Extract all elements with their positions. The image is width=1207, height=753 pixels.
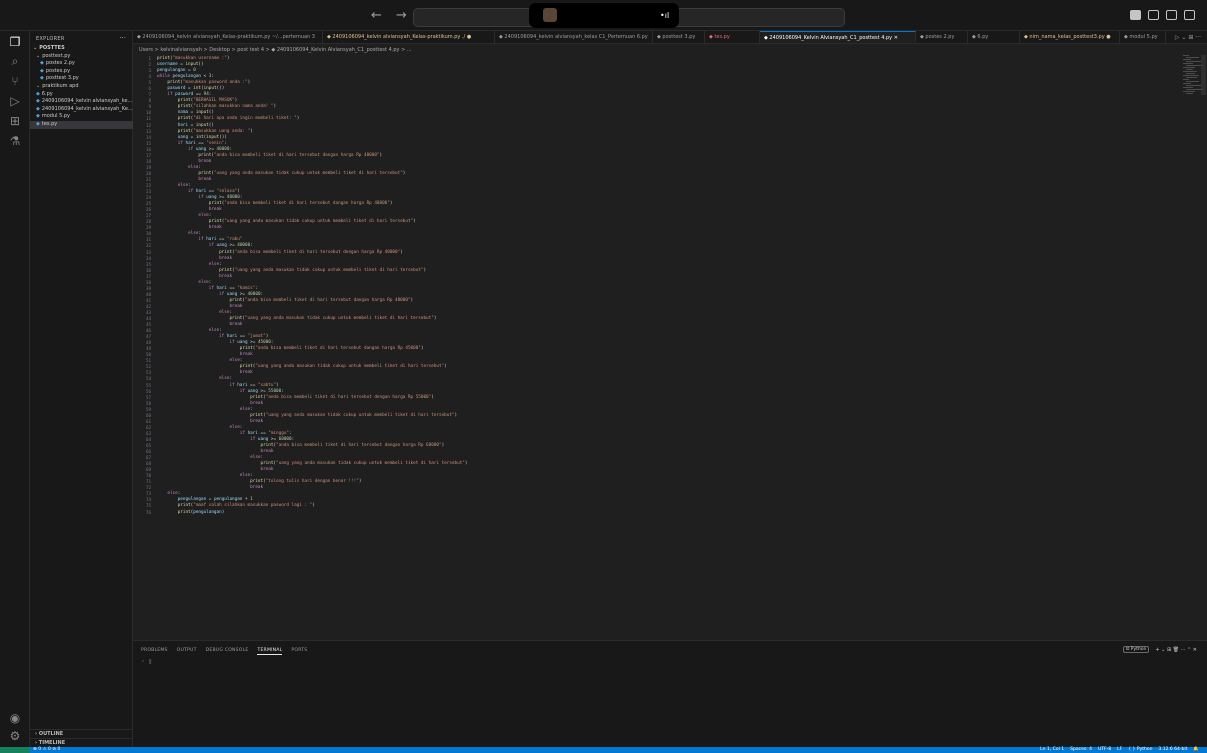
chevron-down-icon: ⌄ xyxy=(36,82,41,89)
notch-app-icon xyxy=(543,8,557,22)
testing-icon[interactable]: ⚗ xyxy=(8,134,22,148)
remote-indicator[interactable] xyxy=(0,747,30,753)
tree-item-file[interactable]: ◆ 2409106094_kelvin alviansyah_Ke... xyxy=(30,106,133,114)
terminal-python-selector[interactable]: ⊡ Python xyxy=(1122,646,1150,653)
tree-root[interactable]: ⌄ POSTTES xyxy=(30,45,133,53)
minimap-line xyxy=(1186,92,1193,95)
search-icon[interactable]: ⌕ xyxy=(8,54,22,68)
editor-actions[interactable]: ▷ ⌄ ⊞ ··· xyxy=(1175,34,1201,41)
tree-item-file-selected[interactable]: ◆ tes.py xyxy=(30,120,133,129)
tree-item-file[interactable]: ◆ posttest 3.py xyxy=(30,75,133,83)
tab-nim-nama-kelas-posttest3[interactable]: ◆ nim_nama_kelas_posttest3.py ● xyxy=(1020,31,1120,43)
breadcrumb[interactable]: Users > kelvinalviansyah > Desktop > pos… xyxy=(139,46,412,54)
language-mode[interactable]: { } Python xyxy=(1128,747,1152,753)
explorer-icon[interactable]: ❐ xyxy=(8,35,22,49)
problems-status[interactable]: ⊗ 0 ⚠ 0 ⊘ 0 xyxy=(33,747,60,753)
python-file-icon: ◆ xyxy=(40,67,44,74)
tree-item-file[interactable]: ◆ postes.py xyxy=(30,68,133,76)
python-file-icon: ◆ xyxy=(36,98,40,105)
python-file-icon: ◆ xyxy=(40,75,44,82)
tab-postes-2[interactable]: ◆ postes 2.py xyxy=(916,31,968,43)
cursor-position[interactable]: Ln 1, Col 1 xyxy=(1040,747,1064,753)
activity-bar: ❐ ⌕ ⑂ ▷ ⊞ ⚗ ◉ ⚙ xyxy=(0,31,30,747)
python-file-icon: ◆ xyxy=(40,60,44,67)
tab-modul-5[interactable]: ◆ modul 5.py xyxy=(1120,31,1166,43)
tab-6[interactable]: ◆ 6.py xyxy=(968,31,1020,43)
terminal-prompt[interactable]: ◦ ▯ xyxy=(141,658,152,665)
tab-posttest-3[interactable]: ◆ posttest 3.py xyxy=(653,31,705,43)
file-tree: ⌄ POSTTES ⌄ posttest.py ◆ postes 2.py ◆ post… xyxy=(30,45,133,129)
tab-ports[interactable]: PORTS xyxy=(291,648,307,655)
python-interpreter[interactable]: 3.12.6 64-bit xyxy=(1158,747,1187,753)
explorer-more-icon[interactable]: ··· xyxy=(119,34,126,42)
outline-section[interactable]: › OUTLINE xyxy=(30,729,133,738)
timeline-section[interactable]: › TIMELINE xyxy=(30,738,133,747)
bottom-panel: PROBLEMS OUTPUT DEBUG CONSOLE TERMINAL P… xyxy=(133,640,1207,747)
tree-item-file[interactable]: ◆ 2409106094_kelvin alviansyah_ke... xyxy=(30,98,133,106)
line-number-gutter: 1 2 3 4 5 6 7 8 9 10 11 12 13 14 15 16 17 18 19 20 21 22 23 24 2… xyxy=(133,56,151,516)
tree-item-file[interactable]: ◆ postes 2.py xyxy=(30,60,133,68)
chevron-down-icon: ⌄ xyxy=(36,52,41,59)
tab-kelas-praktikum-modified[interactable]: ◆ 2409106094_kelvin alviansyah_Kelas-pra… xyxy=(323,31,495,43)
layout-controls xyxy=(1130,10,1195,20)
tree-item-folder[interactable]: ⌄ praktikum apd xyxy=(30,83,133,91)
status-bar: ⊗ 0 ⚠ 0 ⊘ 0 Ln 1, Col 1 Spaces: 4 UTF-8 … xyxy=(0,747,1207,753)
python-file-icon: ◆ xyxy=(36,113,40,120)
editor-scrollbar[interactable] xyxy=(1201,55,1206,95)
notifications-bell-icon[interactable]: 🔔 xyxy=(1193,747,1199,753)
python-file-icon: ◆ xyxy=(36,90,40,97)
status-right: Ln 1, Col 1 Spaces: 4 UTF-8 LF { } Pytho… xyxy=(1040,747,1199,753)
forward-arrow-icon[interactable]: → xyxy=(396,9,407,22)
chevron-down-icon: ⌄ xyxy=(33,45,38,51)
editor-tabs: ◆ 2409106094_kelvin alviansyah_Kelas-pra… xyxy=(133,31,1207,44)
title-bar: ← → •ıl xyxy=(0,0,1207,31)
explorer-sidebar: EXPLORER ··· ⌄ POSTTES ⌄ posttest.py ◆ post… xyxy=(30,31,133,747)
tab-problems[interactable]: PROBLEMS xyxy=(141,648,168,655)
run-debug-icon[interactable]: ▷ xyxy=(8,94,22,108)
tree-item-file[interactable]: ◆ 6.py xyxy=(30,91,133,99)
tab-posttest-4-active[interactable]: ◆ 2409106094_Kelvin Alviansyah_C1_postte… xyxy=(760,31,916,43)
nav-arrows: ← → xyxy=(371,9,407,22)
tree-item-file[interactable]: ◆ modul 5.py xyxy=(30,113,133,121)
panel-actions[interactable]: + ⌄ ⊞ 🗑 ··· ⌃ ✕ xyxy=(1155,647,1197,653)
python-file-icon: ◆ xyxy=(36,120,40,127)
panel-toolbar: ⊡ Python + ⌄ ⊞ 🗑 ··· ⌃ ✕ xyxy=(1122,646,1197,653)
python-file-icon: ◆ xyxy=(36,105,40,112)
line-ending[interactable]: LF xyxy=(1117,747,1122,753)
account-icon[interactable]: ◉ xyxy=(8,711,22,725)
toggle-secondary-sidebar-icon[interactable] xyxy=(1166,10,1177,20)
extensions-icon[interactable]: ⊞ xyxy=(8,114,22,128)
code-line[interactable]: print(pengulangan) xyxy=(157,510,1137,516)
settings-gear-icon[interactable]: ⚙ xyxy=(8,729,22,743)
minimap[interactable] xyxy=(1183,55,1203,95)
toggle-panel-icon[interactable] xyxy=(1148,10,1159,20)
explorer-title: EXPLORER xyxy=(36,36,65,42)
notch-signal-icon: •ıl xyxy=(660,11,670,20)
tab-kelas-praktikum-pertemuan3[interactable]: ◆ 2409106094_kelvin alviansyah_Kelas-pra… xyxy=(133,31,323,43)
code-editor[interactable]: 1 2 3 4 5 6 7 8 9 10 11 12 13 14 15 16 17 18 19 20 21 22 23 24 2… xyxy=(133,55,1207,640)
line-number: 76 xyxy=(145,509,151,515)
tab-pertemuan-6[interactable]: ◆ 2409106094_kelvin alviansyah_kelas C1_… xyxy=(495,31,653,43)
encoding[interactable]: UTF-8 xyxy=(1098,747,1111,753)
panel-tabs: PROBLEMS OUTPUT DEBUG CONSOLE TERMINAL P… xyxy=(141,648,307,655)
indentation[interactable]: Spaces: 4 xyxy=(1070,747,1092,753)
tab-terminal[interactable]: TERMINAL xyxy=(257,648,283,655)
tab-tes[interactable]: ◆ tes.py xyxy=(705,31,760,43)
code-lines[interactable]: print("masukkan username :") username = i… xyxy=(157,56,1137,516)
customize-layout-icon[interactable] xyxy=(1184,10,1195,20)
tree-item-folder[interactable]: ⌄ posttest.py xyxy=(30,53,133,61)
source-control-icon[interactable]: ⑂ xyxy=(8,74,22,88)
toggle-primary-sidebar-icon[interactable] xyxy=(1130,10,1141,20)
back-arrow-icon[interactable]: ← xyxy=(371,9,382,22)
tab-output[interactable]: OUTPUT xyxy=(177,648,197,655)
tab-debug-console[interactable]: DEBUG CONSOLE xyxy=(206,648,249,655)
